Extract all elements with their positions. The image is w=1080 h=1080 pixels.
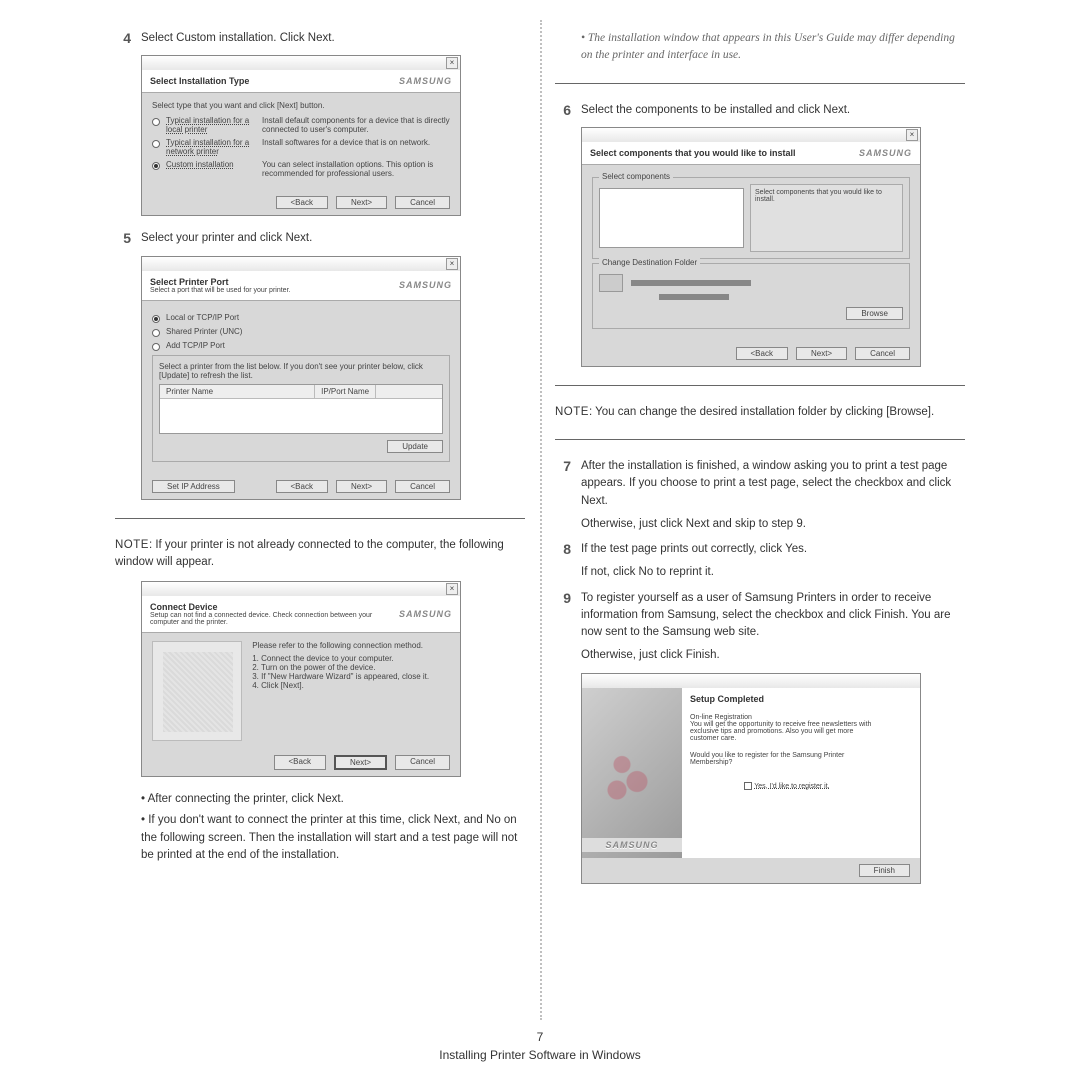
step-9b-text: Otherwise, just click Finish. (581, 647, 965, 664)
dialog-title: Connect Device (150, 602, 399, 612)
radio-icon[interactable] (152, 329, 160, 337)
step-4-text: Select Custom installation. Click Next. (141, 30, 525, 47)
page-number: 7 (0, 1030, 1080, 1044)
cancel-button[interactable]: Cancel (395, 196, 450, 209)
radio-icon[interactable] (152, 118, 160, 126)
close-icon[interactable]: × (446, 57, 458, 69)
printer-port-dialog: × Select Printer Port Select a port that… (141, 256, 461, 500)
step-number-8: 8 (555, 541, 581, 582)
next-button[interactable]: Next> (796, 347, 847, 360)
connection-illustration (152, 641, 242, 741)
brand-logo: SAMSUNG (399, 280, 452, 290)
checkbox[interactable] (744, 782, 752, 790)
dialog-title: Select Installation Type (150, 76, 249, 86)
step-number-5: 5 (115, 230, 141, 247)
footer-title: Installing Printer Software in Windows (439, 1048, 640, 1062)
back-button[interactable]: <Back (736, 347, 788, 360)
close-icon[interactable]: × (906, 129, 918, 141)
brand-logo: SAMSUNG (582, 838, 682, 852)
step-number-9: 9 (555, 590, 581, 665)
page-footer: 7 Installing Printer Software in Windows (0, 1030, 1080, 1062)
back-button[interactable]: <Back (276, 196, 328, 209)
set-ip-button[interactable]: Set IP Address (152, 480, 235, 493)
radio-icon[interactable] (152, 343, 160, 351)
radio-icon[interactable] (152, 162, 160, 170)
connect-device-dialog: × Connect Device Setup can not find a co… (141, 581, 461, 777)
brand-logo: SAMSUNG (399, 76, 452, 86)
setup-completed-dialog: SAMSUNG Setup Completed On-line Registra… (581, 673, 921, 884)
step-number-4: 4 (115, 30, 141, 47)
radio-icon[interactable] (152, 140, 160, 148)
back-button[interactable]: <Back (276, 480, 328, 493)
cancel-button[interactable]: Cancel (855, 347, 910, 360)
italic-note: • The installation window that appears i… (555, 30, 965, 65)
radio-icon[interactable] (152, 315, 160, 323)
step-number-7: 7 (555, 458, 581, 533)
back-button[interactable]: <Back (274, 755, 326, 770)
folder-icon (599, 274, 623, 292)
printer-list[interactable]: Printer NameIP/Port Name (159, 384, 443, 434)
step-6-text: Select the components to be installed an… (581, 102, 965, 119)
brand-logo: SAMSUNG (399, 609, 452, 619)
dialog-title: Setup Completed (690, 694, 884, 704)
note-text: NOTE: If your printer is not already con… (115, 537, 525, 572)
next-button[interactable]: Next> (336, 196, 387, 209)
brand-logo: SAMSUNG (859, 148, 912, 158)
step-5-text: Select your printer and click Next. (141, 230, 525, 247)
dialog-title: Select Printer Port (150, 277, 290, 287)
cancel-button[interactable]: Cancel (395, 755, 450, 770)
step-8-text: If the test page prints out correctly, c… (581, 541, 965, 558)
close-icon[interactable]: × (446, 258, 458, 270)
next-button[interactable]: Next> (336, 480, 387, 493)
close-icon[interactable]: × (446, 583, 458, 595)
browse-button[interactable]: Browse (846, 307, 903, 320)
finish-button[interactable]: Finish (859, 864, 910, 877)
next-button[interactable]: Next> (334, 755, 387, 770)
note-text: NOTE: You can change the desired install… (555, 404, 965, 421)
component-list[interactable] (599, 188, 744, 248)
install-type-dialog: × Select Installation Type SAMSUNG Selec… (141, 55, 461, 216)
step-number-6: 6 (555, 102, 581, 119)
select-components-dialog: × Select components that you would like … (581, 127, 921, 367)
bullet-text: If you don't want to connect the printer… (115, 812, 525, 864)
dialog-subtitle: Select type that you want and click [Nex… (152, 101, 450, 110)
step-7-text: After the installation is finished, a wi… (581, 458, 965, 510)
update-button[interactable]: Update (387, 440, 443, 453)
step-7b-text: Otherwise, just click Next and skip to s… (581, 516, 965, 533)
cancel-button[interactable]: Cancel (395, 480, 450, 493)
column-divider (540, 20, 542, 1020)
step-8b-text: If not, click No to reprint it. (581, 564, 965, 581)
setup-illustration: SAMSUNG (582, 688, 682, 858)
bullet-text: After connecting the printer, click Next… (115, 791, 525, 808)
dialog-title: Select components that you would like to… (590, 148, 796, 158)
step-9-text: To register yourself as a user of Samsun… (581, 590, 965, 642)
